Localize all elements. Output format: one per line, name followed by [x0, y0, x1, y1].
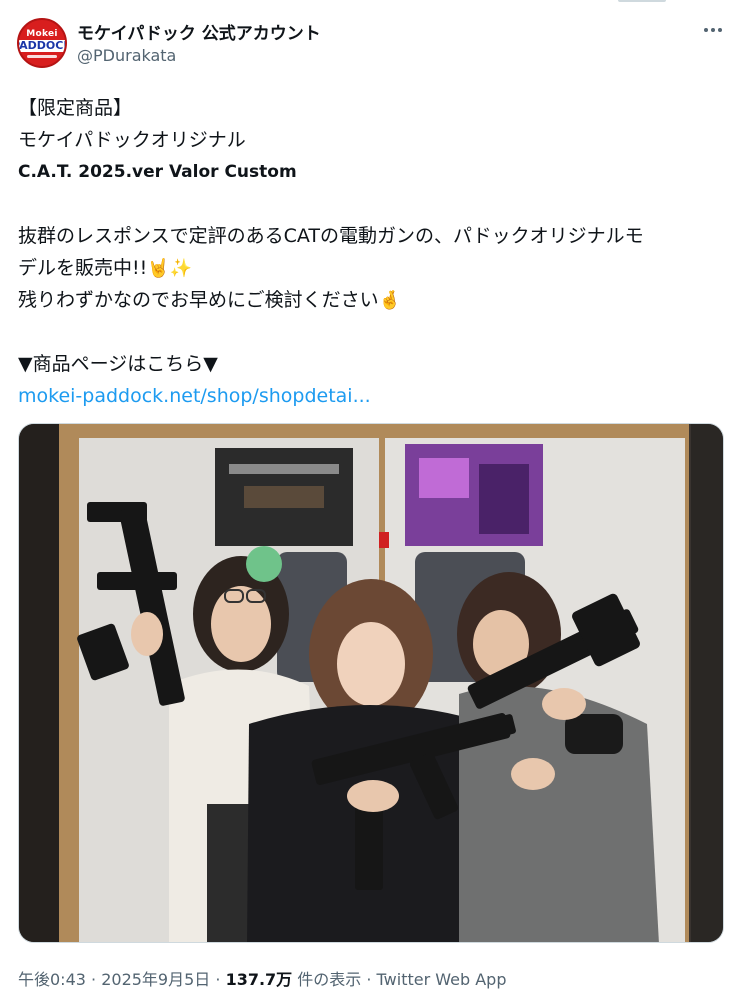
separator: · [210, 970, 226, 989]
rock-sparkles-emoji-icon: 🤘✨ [147, 258, 193, 279]
tweet-line: 抜群のレスポンスで定評のあるCATの電動ガンの、パドックオリジナルモ [18, 225, 644, 247]
tweet-line-text: デルを販売中!! [18, 257, 148, 279]
tweet-card: Mokei PADDOCK モケイパドック 公式アカウント @PDurakata… [0, 0, 747, 1007]
avatar-text-main: PADDOCK [19, 39, 65, 52]
avatar-stripe [27, 54, 57, 58]
author-display-name[interactable]: モケイパドック 公式アカウント [77, 19, 321, 44]
separator: · [361, 970, 377, 989]
view-count: 137.7万 [225, 970, 293, 989]
tweet-photo[interactable] [18, 423, 724, 943]
tweet-source[interactable]: Twitter Web App [377, 970, 507, 989]
tweet-line: モケイパドックオリジナル [18, 129, 246, 151]
scroll-indicator [618, 0, 666, 2]
view-label: 件の表示 [292, 970, 362, 989]
tweet-line-text: 残りわずかなのでお早めにご検討ください [18, 289, 379, 311]
tweet-time[interactable]: 午後0:43 [18, 970, 86, 989]
avatar[interactable]: Mokei PADDOCK [17, 18, 67, 68]
tweet-line: デルを販売中!!🤘✨ [18, 252, 728, 284]
separator: · [85, 970, 102, 989]
product-name: C.A.T. 2025.ver Valor Custom [18, 162, 297, 182]
tweet-text: 【限定商品】 モケイパドックオリジナル C.A.T. 2025.ver Valo… [18, 92, 728, 412]
tweet-meta: 午後0:43 · 2025年9月5日 · 137.7万 件の表示 · Twitt… [18, 966, 506, 990]
tweet-line: 残りわずかなのでお早めにご検討ください🤞 [18, 284, 728, 316]
photo-illustration [19, 424, 723, 942]
tweet-line: 【限定商品】 [18, 97, 133, 119]
product-link[interactable]: mokei-paddock.net/shop/shopdetai... [18, 385, 371, 407]
avatar-text-top: Mokei [26, 28, 58, 39]
crossed-fingers-emoji-icon: 🤞 [378, 290, 402, 311]
more-dots-icon[interactable] [700, 20, 726, 40]
tweet-line: ▼商品ページはこちら▼ [18, 353, 218, 375]
tweet-date[interactable]: 2025年9月5日 [101, 970, 210, 989]
author-handle[interactable]: @PDurakata [77, 46, 176, 65]
